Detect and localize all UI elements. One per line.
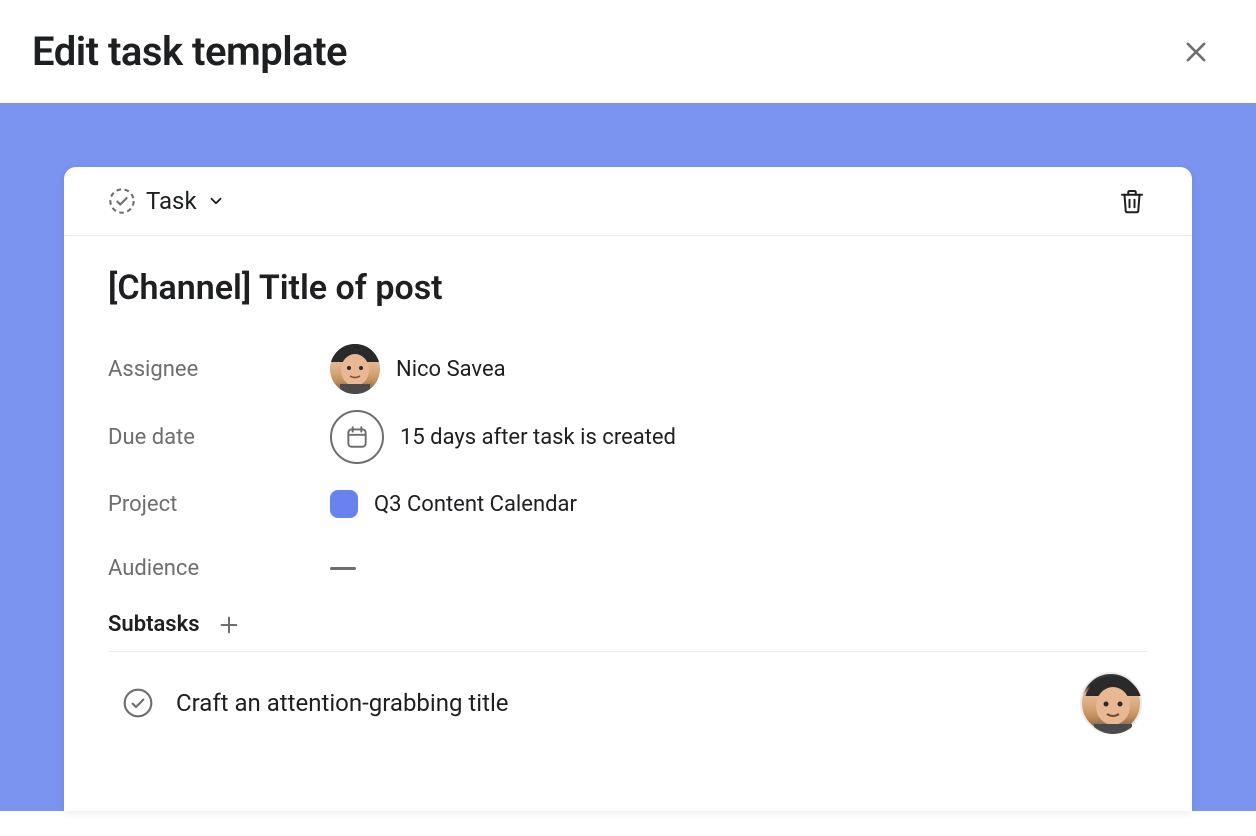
project-color-chip <box>330 490 358 518</box>
assignee-row[interactable]: Assignee Nico Savea <box>108 336 1148 402</box>
assignee-name: Nico Savea <box>396 357 506 382</box>
task-check-icon <box>108 187 136 215</box>
subtasks-label: Subtasks <box>108 612 200 637</box>
avatar-face-icon <box>1082 674 1144 736</box>
audience-row[interactable]: Audience <box>108 536 1148 600</box>
project-label: Project <box>108 492 330 517</box>
modal-backdrop: Task [Channel] Title of post Assignee <box>0 103 1256 811</box>
task-title[interactable]: [Channel] Title of post <box>108 268 1148 308</box>
due-date-row[interactable]: Due date 15 days after task is created <box>108 402 1148 472</box>
calendar-circle <box>330 410 384 464</box>
modal-header: Edit task template <box>0 0 1256 103</box>
task-card: Task [Channel] Title of post Assignee <box>64 167 1192 811</box>
due-date-text: 15 days after task is created <box>400 425 676 450</box>
audience-label: Audience <box>108 556 330 581</box>
chevron-down-icon <box>207 192 225 210</box>
trash-icon <box>1117 186 1147 216</box>
empty-value-dash <box>330 567 356 570</box>
audience-value <box>330 567 356 570</box>
modal-title: Edit task template <box>32 28 347 75</box>
subtask-complete-toggle[interactable] <box>122 687 154 719</box>
calendar-icon <box>344 424 370 450</box>
project-value: Q3 Content Calendar <box>330 490 577 518</box>
avatar-face-icon <box>330 344 380 394</box>
task-type-selector[interactable]: Task <box>108 187 225 215</box>
card-toolbar: Task <box>64 167 1192 236</box>
assignee-avatar <box>330 344 380 394</box>
task-type-label: Task <box>146 187 197 215</box>
close-button[interactable] <box>1176 32 1216 72</box>
card-body: [Channel] Title of post Assignee <box>64 236 1192 754</box>
due-date-value: 15 days after task is created <box>330 410 676 464</box>
project-row[interactable]: Project Q3 Content Calendar <box>108 472 1148 536</box>
delete-button[interactable] <box>1116 185 1148 217</box>
subtasks-header: Subtasks <box>108 600 1148 651</box>
subtask-row[interactable]: Craft an attention-grabbing title <box>108 651 1148 754</box>
add-subtask-button[interactable] <box>218 614 240 636</box>
assignee-value: Nico Savea <box>330 344 506 394</box>
assignee-label: Assignee <box>108 357 330 382</box>
close-icon <box>1182 38 1210 66</box>
subtask-title: Craft an attention-grabbing title <box>176 689 1058 717</box>
due-date-label: Due date <box>108 425 330 450</box>
subtask-assignee-avatar[interactable] <box>1080 672 1142 734</box>
project-name: Q3 Content Calendar <box>374 492 577 517</box>
